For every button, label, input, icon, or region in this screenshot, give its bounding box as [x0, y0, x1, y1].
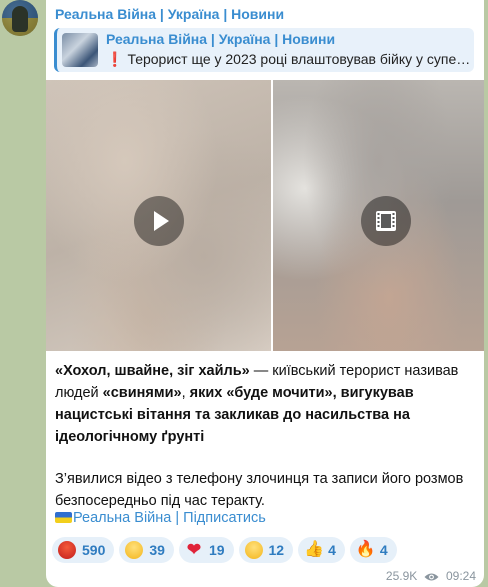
reply-preview[interactable]: Реальна Війна | Україна | Новини ❗ Терори… — [54, 28, 474, 72]
red-heart-icon: ❤ — [186, 540, 202, 559]
video-thumbnail-1[interactable] — [46, 80, 271, 351]
fire-icon: 🔥 — [355, 541, 376, 558]
subscribe-link[interactable]: Реальна Війна | Підписатись — [55, 510, 266, 526]
avatar-soldier-figure — [12, 6, 28, 32]
subscribe-label[interactable]: Реальна Війна | Підписатись — [73, 510, 266, 526]
reply-thumbnail — [62, 33, 98, 67]
reply-text-content: Терорист ще у 2023 році влаштовував бійк… — [127, 51, 472, 67]
video-thumbnail-2[interactable] — [273, 80, 484, 351]
ukraine-flag-icon — [55, 512, 72, 523]
film-icon — [376, 211, 396, 231]
caption-paragraph-2: З’явилися відео з телефону злочинця та з… — [55, 471, 464, 509]
reaction-count: 39 — [149, 542, 165, 558]
reaction-count: 590 — [82, 542, 106, 558]
reaction-thumbs-up[interactable]: 👍 4 — [298, 537, 345, 563]
thumbs-up-icon: 👍 — [304, 541, 325, 558]
reactions-bar: 590 39 ❤ 19 12 👍 4 🔥 4 — [52, 537, 402, 563]
channel-avatar[interactable] — [2, 0, 38, 36]
play-button[interactable] — [134, 196, 184, 246]
reaction-angry[interactable]: 590 — [52, 537, 115, 563]
crying-face-icon — [244, 541, 263, 559]
reaction-count: 12 — [268, 542, 285, 558]
reply-title: Реальна Війна | Україна | Новини — [106, 31, 336, 47]
reaction-count: 19 — [208, 542, 225, 558]
reply-text: ❗ Терорист ще у 2023 році влаштовував бій… — [106, 51, 472, 68]
video-gallery-button[interactable] — [361, 196, 411, 246]
angry-face-icon — [58, 541, 76, 559]
message-caption: «Хохол, швайне, зіг хайль» — київський т… — [55, 360, 475, 532]
reaction-cry[interactable]: 12 — [238, 537, 294, 563]
reaction-count: 4 — [328, 542, 336, 558]
reaction-heart[interactable]: ❤ 19 — [178, 537, 234, 563]
caption-comma: , — [181, 385, 190, 401]
eye-icon — [424, 573, 439, 581]
grinning-face-icon — [125, 541, 144, 559]
message-time: 09:24 — [445, 569, 476, 583]
reaction-grin[interactable]: 39 — [119, 537, 174, 563]
exclamation-icon: ❗ — [106, 51, 124, 67]
caption-pigs: «свинями» — [102, 385, 182, 401]
reaction-fire[interactable]: 🔥 4 — [349, 537, 397, 563]
reaction-count: 4 — [379, 542, 388, 558]
view-count: 25.9K — [385, 569, 418, 583]
play-icon — [154, 211, 169, 231]
caption-paragraph-1: «Хохол, швайне, зіг хайль» — київський т… — [55, 360, 475, 448]
message-meta: 25.9K 09:24 — [386, 569, 476, 583]
message-bubble: Реальна Війна | Україна | Новини Реальна… — [46, 0, 484, 587]
caption-quote: «Хохол, швайне, зіг хайль» — [55, 363, 250, 379]
channel-name[interactable]: Реальна Війна | Україна | Новини — [55, 6, 284, 22]
